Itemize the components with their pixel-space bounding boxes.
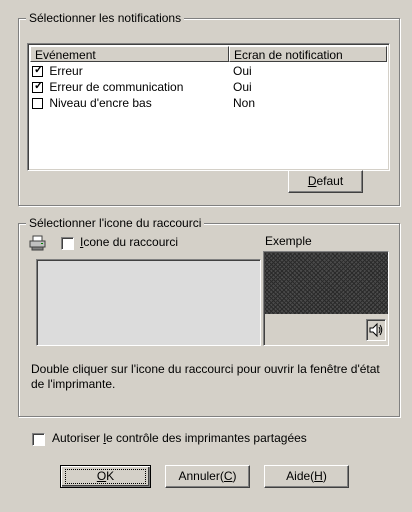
column-header-event-label: Evénement — [35, 48, 96, 62]
shortcut-group-title: Sélectionner l'icone du raccourci — [26, 216, 205, 230]
shortcut-icon-label[interactable]: Icone du raccourci — [80, 235, 178, 249]
notifications-list[interactable]: Evénement Ecran de notification ✓ Erreur… — [27, 43, 390, 171]
cancel-button[interactable]: Annuler(C) — [165, 465, 250, 488]
row-event: Niveau d'encre bas — [49, 96, 152, 110]
list-item[interactable]: ✓ Erreur de communication Oui — [32, 79, 387, 95]
row-screen: Oui — [233, 80, 252, 94]
row-event: Erreur de communication — [49, 80, 184, 94]
list-item[interactable]: Niveau d'encre bas Non — [32, 95, 387, 111]
desktop-pattern — [265, 253, 388, 314]
shortcut-icon-text: cone du raccourci — [83, 235, 179, 249]
tray-box — [366, 319, 386, 341]
cancel-mnemonic: C — [223, 469, 233, 483]
help-label: Aide( — [286, 469, 315, 483]
notifications-group-title: Sélectionner les notifications — [26, 11, 185, 25]
help-mnemonic: H — [314, 469, 323, 483]
default-button-label: efaut — [316, 174, 344, 188]
row-screen: Oui — [233, 64, 252, 78]
help-close: ) — [322, 469, 327, 483]
shared-label-before: Autoriser — [52, 431, 104, 445]
shortcut-description: Double cliquer sur l'icone du raccourci … — [31, 362, 380, 391]
column-header-event[interactable]: Evénement — [30, 46, 229, 62]
column-header-screen-label: Ecran de notification — [234, 48, 343, 62]
shortcut-icon-checkbox[interactable] — [61, 237, 74, 250]
shared-label-after: e contrôle des imprimantes partagées — [106, 431, 307, 445]
row-checkbox[interactable]: ✓ — [32, 65, 43, 77]
notifications-group: Sélectionner les notifications Evénement… — [18, 11, 400, 206]
row-event: Erreur — [49, 64, 83, 78]
shared-printers-checkbox[interactable] — [32, 433, 45, 446]
example-preview — [263, 251, 389, 346]
help-button[interactable]: Aide(H) — [264, 465, 349, 488]
example-tray — [265, 315, 388, 345]
default-button[interactable]: Defaut — [288, 170, 363, 193]
example-label: Exemple — [265, 234, 312, 248]
ok-button[interactable]: OK — [60, 465, 151, 488]
shared-printers-label[interactable]: Autoriser le contrôle des imprimantes pa… — [52, 431, 307, 445]
column-header-screen[interactable]: Ecran de notification — [229, 46, 387, 62]
list-item[interactable]: ✓ Erreur Oui — [32, 63, 387, 79]
shortcut-group: Sélectionner l'icone du raccourci Icone … — [18, 216, 400, 417]
printer-icon — [29, 235, 47, 251]
icon-preview-area — [36, 259, 261, 346]
focus-rectangle — [65, 469, 146, 484]
speaker-icon — [369, 322, 383, 338]
row-checkbox[interactable]: ✓ — [32, 81, 43, 93]
row-checkbox[interactable] — [32, 98, 43, 109]
row-screen: Non — [233, 96, 256, 110]
cancel-close: ) — [232, 469, 237, 483]
cancel-label: Annuler( — [178, 469, 224, 483]
